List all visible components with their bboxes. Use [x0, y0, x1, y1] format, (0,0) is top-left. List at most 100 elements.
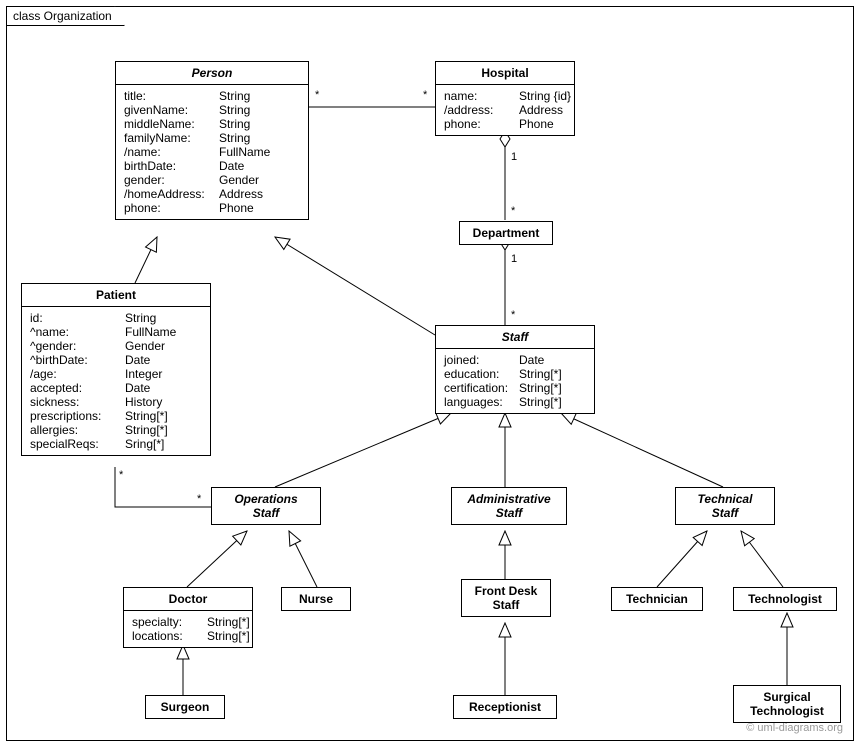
mult-dept-staff-bot: *: [511, 309, 515, 321]
class-technologist: Technologist: [733, 587, 837, 611]
class-nurse: Nurse: [281, 587, 351, 611]
attribute-name: /address:: [444, 103, 519, 117]
attribute-row: name:String {id}: [444, 89, 566, 103]
attribute-row: /name:FullName: [124, 145, 300, 159]
attribute-type: String[*]: [125, 409, 168, 423]
attribute-name: birthDate:: [124, 159, 219, 173]
attribute-type: History: [125, 395, 162, 409]
attribute-type: FullName: [125, 325, 176, 339]
attribute-name: accepted:: [30, 381, 125, 395]
class-technical-staff: TechnicalStaff: [675, 487, 775, 525]
attribute-type: String: [219, 103, 250, 117]
attribute-name: title:: [124, 89, 219, 103]
class-technician: Technician: [611, 587, 703, 611]
attribute-name: ^birthDate:: [30, 353, 125, 367]
attribute-name: prescriptions:: [30, 409, 125, 423]
attribute-name: phone:: [444, 117, 519, 131]
class-hospital-name: Hospital: [436, 62, 574, 85]
attribute-row: locations:String[*]: [132, 629, 244, 643]
class-doctor-name: Doctor: [124, 588, 252, 611]
class-hospital: Hospital name:String {id}/address:Addres…: [435, 61, 575, 136]
attribute-name: sickness:: [30, 395, 125, 409]
attribute-type: Date: [125, 381, 150, 395]
attribute-type: String[*]: [125, 423, 168, 437]
attribute-name: specialReqs:: [30, 437, 125, 451]
class-surgical-technologist-name: SurgicalTechnologist: [734, 686, 840, 722]
attribute-type: Gender: [219, 173, 259, 187]
class-person-body: title:StringgivenName:StringmiddleName:S…: [116, 85, 308, 219]
attribute-type: String: [219, 117, 250, 131]
attribute-row: /age:Integer: [30, 367, 202, 381]
attribute-type: String: [125, 311, 156, 325]
attribute-name: gender:: [124, 173, 219, 187]
attribute-row: middleName:String: [124, 117, 300, 131]
class-technologist-name: Technologist: [734, 588, 836, 610]
class-doctor-body: specialty:String[*]locations:String[*]: [124, 611, 252, 647]
class-staff: Staff joined:Dateeducation:String[*]cert…: [435, 325, 595, 414]
mult-patient-ops-left: *: [119, 469, 123, 481]
attribute-type: Sring[*]: [125, 437, 164, 451]
attribute-name: education:: [444, 367, 519, 381]
attribute-type: Phone: [219, 201, 254, 215]
mult-person-hospital-left: *: [315, 89, 319, 101]
attribute-row: /homeAddress:Address: [124, 187, 300, 201]
attribute-row: title:String: [124, 89, 300, 103]
attribute-name: name:: [444, 89, 519, 103]
class-front-desk-staff: Front DeskStaff: [461, 579, 551, 617]
attribute-row: /address:Address: [444, 103, 566, 117]
attribute-row: prescriptions:String[*]: [30, 409, 202, 423]
class-operations-staff-name: OperationsStaff: [212, 488, 320, 524]
class-department: Department: [459, 221, 553, 245]
attribute-name: joined:: [444, 353, 519, 367]
attribute-name: allergies:: [30, 423, 125, 437]
attribute-name: specialty:: [132, 615, 207, 629]
attribute-type: String[*]: [519, 367, 562, 381]
class-administrative-staff-name: AdministrativeStaff: [452, 488, 566, 524]
attribute-name: /homeAddress:: [124, 187, 219, 201]
attribute-type: Date: [219, 159, 244, 173]
class-surgeon: Surgeon: [145, 695, 225, 719]
attribute-name: middleName:: [124, 117, 219, 131]
class-person-name: Person: [116, 62, 308, 85]
class-front-desk-staff-name: Front DeskStaff: [462, 580, 550, 616]
mult-person-hospital-right: *: [423, 89, 427, 101]
attribute-type: Date: [125, 353, 150, 367]
mult-hosp-dept-bot: *: [511, 205, 515, 217]
attribute-row: certification:String[*]: [444, 381, 586, 395]
attribute-name: id:: [30, 311, 125, 325]
package-frame: class Organization: [6, 6, 854, 741]
class-patient-body: id:String^name:FullName^gender:Gender^bi…: [22, 307, 210, 455]
mult-dept-staff-top: 1: [511, 253, 517, 265]
mult-hosp-dept-top: 1: [511, 151, 517, 163]
attribute-name: /name:: [124, 145, 219, 159]
attribute-row: ^gender:Gender: [30, 339, 202, 353]
attribute-type: String {id}: [519, 89, 571, 103]
attribute-type: Address: [219, 187, 263, 201]
attribute-row: phone:Phone: [444, 117, 566, 131]
watermark: © uml-diagrams.org: [746, 722, 843, 734]
class-patient: Patient id:String^name:FullName^gender:G…: [21, 283, 211, 456]
class-nurse-name: Nurse: [282, 588, 350, 610]
class-patient-name: Patient: [22, 284, 210, 307]
attribute-type: Date: [519, 353, 544, 367]
class-hospital-body: name:String {id}/address:Addressphone:Ph…: [436, 85, 574, 135]
attribute-row: phone:Phone: [124, 201, 300, 215]
attribute-name: certification:: [444, 381, 519, 395]
attribute-type: String[*]: [519, 395, 562, 409]
attribute-row: givenName:String: [124, 103, 300, 117]
attribute-row: sickness:History: [30, 395, 202, 409]
class-doctor: Doctor specialty:String[*]locations:Stri…: [123, 587, 253, 648]
class-technical-staff-name: TechnicalStaff: [676, 488, 774, 524]
mult-patient-ops-right: *: [197, 493, 201, 505]
class-receptionist-name: Receptionist: [454, 696, 556, 718]
class-technician-name: Technician: [612, 588, 702, 610]
attribute-type: String: [219, 131, 250, 145]
attribute-name: languages:: [444, 395, 519, 409]
class-department-name: Department: [460, 222, 552, 244]
attribute-row: accepted:Date: [30, 381, 202, 395]
class-receptionist: Receptionist: [453, 695, 557, 719]
class-staff-body: joined:Dateeducation:String[*]certificat…: [436, 349, 594, 413]
attribute-type: String[*]: [207, 629, 250, 643]
class-operations-staff: OperationsStaff: [211, 487, 321, 525]
attribute-type: String: [219, 89, 250, 103]
